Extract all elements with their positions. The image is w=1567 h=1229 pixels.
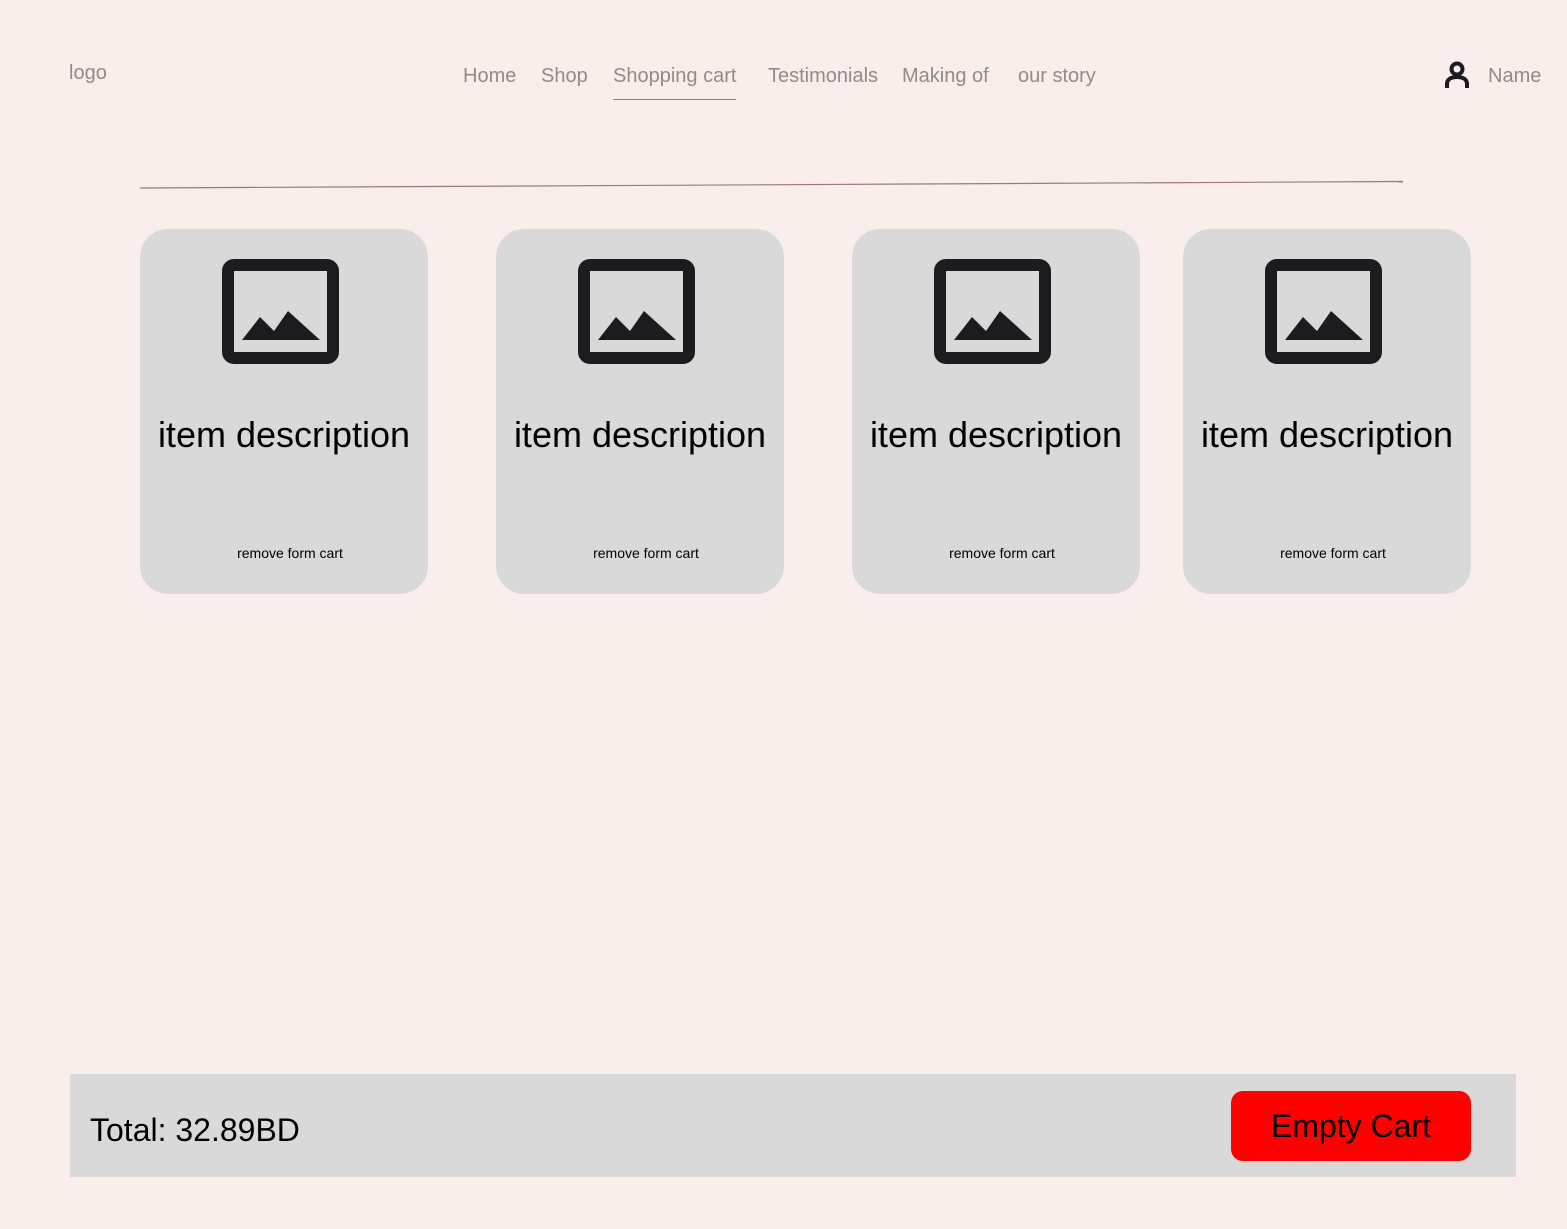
main-nav: Home Shop Shopping cart Testimonials Mak… bbox=[0, 65, 1567, 105]
item-description: item description bbox=[869, 414, 1123, 455]
remove-from-cart-button[interactable]: remove form cart bbox=[496, 545, 796, 561]
remove-from-cart-button[interactable]: remove form cart bbox=[140, 545, 440, 561]
nav-shop[interactable]: Shop bbox=[541, 65, 588, 88]
user-name: Name bbox=[1488, 64, 1542, 87]
cart-item-card: item description remove form cart bbox=[1183, 229, 1471, 594]
image-placeholder-icon bbox=[1265, 259, 1382, 364]
nav-testimonials[interactable]: Testimonials bbox=[768, 65, 878, 88]
item-description: item description bbox=[513, 414, 767, 455]
empty-cart-button[interactable]: Empty Cart bbox=[1231, 1091, 1471, 1161]
cart-item-card: item description remove form cart bbox=[140, 229, 428, 594]
item-description: item description bbox=[157, 414, 411, 455]
cart-summary-bar: Total: 32.89BD Empty Cart bbox=[70, 1074, 1516, 1177]
cart-item-card: item description remove form cart bbox=[496, 229, 784, 594]
cart-total: Total: 32.89BD bbox=[90, 1112, 300, 1148]
cart-item-card: item description remove form cart bbox=[852, 229, 1140, 594]
nav-shopping-cart[interactable]: Shopping cart bbox=[613, 65, 737, 100]
user-icon bbox=[1445, 61, 1469, 88]
image-placeholder-icon bbox=[578, 259, 695, 364]
nav-making-of[interactable]: Making of bbox=[902, 65, 989, 88]
nav-our-story[interactable]: our story bbox=[1018, 65, 1096, 88]
image-placeholder-icon bbox=[222, 259, 339, 364]
remove-from-cart-button[interactable]: remove form cart bbox=[852, 545, 1152, 561]
user-menu[interactable]: Name bbox=[1443, 60, 1541, 92]
nav-home[interactable]: Home bbox=[463, 65, 516, 88]
remove-from-cart-button[interactable]: remove form cart bbox=[1183, 545, 1483, 561]
item-description: item description bbox=[1200, 414, 1454, 455]
image-placeholder-icon bbox=[934, 259, 1051, 364]
